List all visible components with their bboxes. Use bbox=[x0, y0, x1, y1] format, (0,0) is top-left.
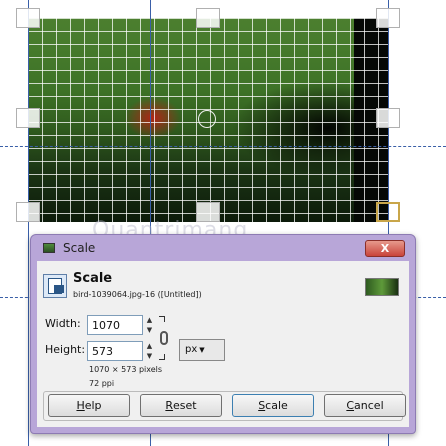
arrow-up-icon[interactable]: ▲ bbox=[145, 315, 154, 325]
guide-vertical-left bbox=[28, 0, 29, 446]
cancel-label-post: ancel bbox=[354, 399, 384, 412]
arrow-down-icon[interactable]: ▼ bbox=[145, 351, 154, 361]
dialog-client-area: Scale bird-1039064.jpg-16 ([Untitled]) W… bbox=[37, 261, 409, 427]
scale-label-post: cale bbox=[265, 399, 288, 412]
scale-label-mnemonic: S bbox=[258, 399, 266, 412]
unit-select-value: px bbox=[185, 344, 198, 355]
chain-bracket-bottom bbox=[159, 354, 165, 360]
cancel-button[interactable]: Cancel bbox=[324, 394, 406, 417]
scale-button[interactable]: Scale bbox=[232, 394, 314, 417]
transform-handle-top-left[interactable] bbox=[16, 8, 40, 28]
help-label-mnemonic: H bbox=[76, 399, 85, 412]
chain-bracket-top bbox=[159, 316, 165, 322]
image-icon bbox=[43, 243, 55, 253]
width-spinner[interactable]: ▲ ▼ bbox=[145, 315, 154, 335]
help-button[interactable]: Help bbox=[48, 394, 130, 417]
header-subtitle: bird-1039064.jpg-16 ([Untitled]) bbox=[73, 290, 202, 299]
transform-handle-top-right[interactable] bbox=[376, 8, 400, 28]
arrow-down-icon[interactable]: ▼ bbox=[145, 325, 154, 335]
dialog-titlebar[interactable]: Scale X bbox=[31, 235, 415, 261]
width-input[interactable]: 1070 bbox=[87, 315, 143, 335]
reset-label-mnemonic: R bbox=[165, 399, 174, 412]
close-button[interactable]: X bbox=[365, 240, 405, 257]
image-thumbnail bbox=[365, 278, 399, 296]
reset-button[interactable]: Reset bbox=[140, 394, 222, 417]
chain-link bbox=[160, 331, 168, 345]
dialog-header: Scale bird-1039064.jpg-16 ([Untitled]) bbox=[37, 267, 409, 307]
transform-pivot-handle[interactable] bbox=[198, 110, 216, 128]
transform-handle-bottom-right[interactable] bbox=[376, 202, 400, 222]
dialog-title: Scale bbox=[63, 241, 96, 255]
height-label: Height: bbox=[45, 343, 86, 356]
chevron-down-icon: ▼ bbox=[199, 346, 205, 354]
header-title: Scale bbox=[73, 271, 113, 286]
guide-horizontal-center bbox=[0, 146, 446, 147]
scale-icon bbox=[43, 274, 67, 298]
width-label: Width: bbox=[45, 317, 81, 330]
cancel-label-mnemonic: C bbox=[346, 399, 355, 412]
height-input[interactable]: 573 bbox=[87, 341, 143, 361]
transform-handle-right[interactable] bbox=[376, 108, 400, 128]
arrow-up-icon[interactable]: ▲ bbox=[145, 341, 154, 351]
height-spinner[interactable]: ▲ ▼ bbox=[145, 341, 154, 361]
transform-handle-top[interactable] bbox=[196, 8, 220, 28]
chain-link-icon[interactable] bbox=[159, 316, 169, 360]
image-layer[interactable] bbox=[28, 18, 388, 222]
transform-handle-bottom-left[interactable] bbox=[16, 202, 40, 222]
reset-label-post: eset bbox=[173, 399, 197, 412]
scale-dialog: Scale X Scale bird-1039064.jpg-16 ([Unti… bbox=[30, 234, 416, 434]
pixel-size-info: 1070 × 573 pixels bbox=[89, 365, 163, 374]
resolution-info: 72 ppi bbox=[89, 379, 115, 388]
button-bar: Help Reset Scale Cancel bbox=[43, 391, 406, 421]
transform-handle-left[interactable] bbox=[16, 108, 40, 128]
help-label-post: elp bbox=[84, 399, 102, 412]
unit-select[interactable]: px ▼ bbox=[179, 339, 225, 361]
